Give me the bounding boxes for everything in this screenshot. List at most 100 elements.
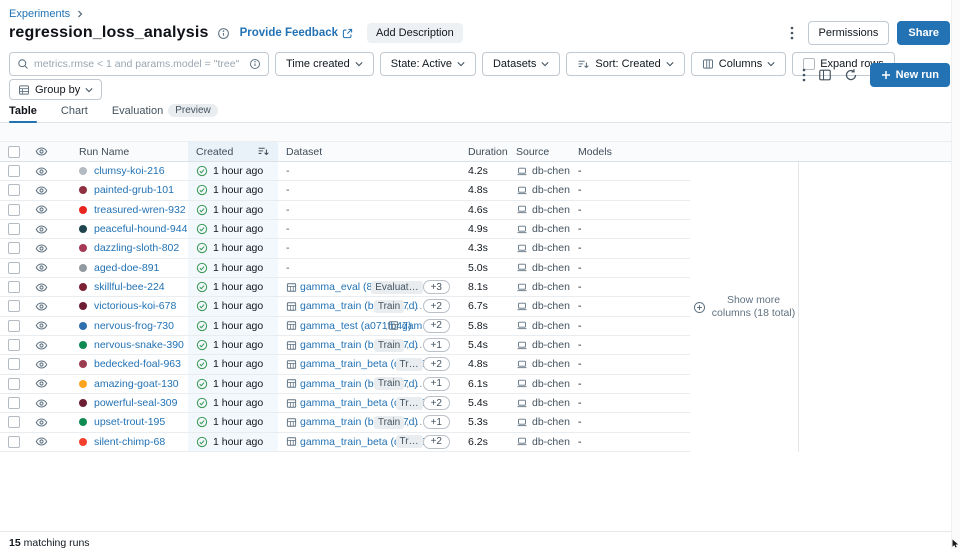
run-name-link[interactable]: treasured-wren-932 <box>94 204 186 216</box>
breadcrumb-experiments-link[interactable]: Experiments <box>9 8 70 20</box>
row-visibility-eye-icon[interactable] <box>35 261 48 274</box>
tab-evaluation[interactable]: EvaluationPreview <box>112 103 218 122</box>
breadcrumb: Experiments <box>9 8 84 20</box>
column-header-run-name[interactable]: Run Name <box>54 142 188 161</box>
row-checkbox[interactable] <box>8 165 20 177</box>
dataset-count-pill[interactable]: +3 <box>423 280 450 294</box>
columns-label: Columns <box>719 58 762 70</box>
run-name-link[interactable]: bedecked-foal-963 <box>94 358 181 370</box>
row-checkbox[interactable] <box>8 436 20 448</box>
refresh-icon[interactable] <box>844 68 858 82</box>
search-input[interactable] <box>34 58 244 70</box>
dataset-count-pill[interactable]: +1 <box>423 338 450 352</box>
header: regression_loss_analysis Provide Feedbac… <box>9 20 950 46</box>
row-checkbox[interactable] <box>8 262 20 274</box>
row-checkbox[interactable] <box>8 242 20 254</box>
duration-cell: 5.4s <box>460 394 508 412</box>
sort-button[interactable]: Sort: Created <box>566 52 684 76</box>
table-row: clumsy-koi-2161 hour ago-4.2sdb-chen…- <box>0 162 690 181</box>
run-name-link[interactable]: amazing-goat-130 <box>94 378 179 390</box>
row-checkbox[interactable] <box>8 358 20 370</box>
row-visibility-eye-icon[interactable] <box>35 281 48 294</box>
tab-table[interactable]: Table <box>9 103 37 122</box>
row-checkbox[interactable] <box>8 223 20 235</box>
search-box[interactable] <box>9 52 269 76</box>
row-visibility-eye-icon[interactable] <box>35 319 48 332</box>
row-visibility-eye-icon[interactable] <box>35 416 48 429</box>
run-name-link[interactable]: skillful-bee-224 <box>94 281 165 293</box>
table-row: treasured-wren-9321 hour ago-4.6sdb-chen… <box>0 201 690 220</box>
dataset-count-pill[interactable]: +2 <box>423 299 450 313</box>
run-name-link[interactable]: painted-grub-101 <box>94 184 174 196</box>
row-visibility-eye-icon[interactable] <box>35 300 48 313</box>
columns-button[interactable]: Columns <box>691 52 786 76</box>
run-name-link[interactable]: clumsy-koi-216 <box>94 165 165 177</box>
run-name-link[interactable]: upset-trout-195 <box>94 416 165 428</box>
row-checkbox[interactable] <box>8 184 20 196</box>
side-panel-icon[interactable] <box>818 68 832 82</box>
row-checkbox[interactable] <box>8 204 20 216</box>
run-name-link[interactable]: nervous-frog-730 <box>94 320 174 332</box>
run-name-link[interactable]: powerful-seal-309 <box>94 397 177 409</box>
dataset-count-pill[interactable]: +2 <box>423 435 450 449</box>
row-checkbox[interactable] <box>8 378 20 390</box>
row-visibility-eye-icon[interactable] <box>35 377 48 390</box>
sort-descending-icon[interactable] <box>257 145 270 158</box>
row-checkbox[interactable] <box>8 416 20 428</box>
duration-cell: 5.3s <box>460 413 508 431</box>
add-description-button[interactable]: Add Description <box>367 23 463 43</box>
dataset-more-text: , … <box>406 416 422 428</box>
created-time: 1 hour ago <box>213 378 263 390</box>
row-checkbox[interactable] <box>8 300 20 312</box>
tab-chart[interactable]: Chart <box>61 103 88 122</box>
row-visibility-eye-icon[interactable] <box>35 242 48 255</box>
state-filter-button[interactable]: State: Active <box>380 52 476 76</box>
source-notebook-icon <box>516 359 528 370</box>
dataset-count-pill[interactable]: +2 <box>423 319 450 333</box>
show-more-columns-button[interactable]: Show more columns (18 total) <box>693 294 796 320</box>
run-name-link[interactable]: aged-doe-891 <box>94 262 159 274</box>
run-name-link[interactable]: silent-chimp-68 <box>94 436 165 448</box>
info-icon[interactable] <box>217 27 230 40</box>
new-run-button[interactable]: New run <box>870 63 950 87</box>
column-header-models[interactable]: Models <box>570 142 690 161</box>
row-visibility-eye-icon[interactable] <box>35 397 48 410</box>
column-header-dataset[interactable]: Dataset <box>278 142 460 161</box>
search-info-icon[interactable] <box>249 58 261 70</box>
dataset-count-pill[interactable]: +2 <box>423 357 450 371</box>
run-name-link[interactable]: victorious-koi-678 <box>94 300 176 312</box>
row-checkbox[interactable] <box>8 281 20 293</box>
row-checkbox[interactable] <box>8 320 20 332</box>
select-all-checkbox[interactable] <box>8 146 20 158</box>
time-created-filter-button[interactable]: Time created <box>275 52 374 76</box>
row-visibility-eye-icon[interactable] <box>35 339 48 352</box>
dataset-count-pill[interactable]: +1 <box>423 377 450 391</box>
run-name-link[interactable]: peaceful-hound-944 <box>94 223 187 235</box>
dataset-count-pill[interactable]: +1 <box>423 415 450 429</box>
datasets-filter-button[interactable]: Datasets <box>482 52 560 76</box>
column-header-source[interactable]: Source <box>508 142 570 161</box>
row-checkbox[interactable] <box>8 339 20 351</box>
source-name: db-chen… <box>532 416 570 428</box>
provide-feedback-link[interactable]: Provide Feedback <box>240 27 353 39</box>
vertical-scrollbar[interactable] <box>951 0 960 549</box>
visibility-column-icon[interactable] <box>35 145 48 158</box>
header-kebab-menu-icon[interactable] <box>784 24 800 42</box>
share-button[interactable]: Share <box>897 21 950 45</box>
column-header-duration[interactable]: Duration <box>460 142 508 161</box>
group-by-button[interactable]: Group by <box>9 79 102 100</box>
run-status-dot <box>79 225 87 233</box>
runs-kebab-menu-icon[interactable] <box>802 68 806 82</box>
dataset-count-pill[interactable]: +2 <box>423 396 450 410</box>
permissions-button[interactable]: Permissions <box>808 21 890 45</box>
row-visibility-eye-icon[interactable] <box>35 435 48 448</box>
row-checkbox[interactable] <box>8 397 20 409</box>
row-visibility-eye-icon[interactable] <box>35 203 48 216</box>
run-name-link[interactable]: dazzling-sloth-802 <box>94 242 179 254</box>
row-visibility-eye-icon[interactable] <box>35 165 48 178</box>
row-visibility-eye-icon[interactable] <box>35 184 48 197</box>
run-name-link[interactable]: nervous-snake-390 <box>94 339 184 351</box>
row-visibility-eye-icon[interactable] <box>35 358 48 371</box>
column-header-created[interactable]: Created <box>188 142 278 161</box>
row-visibility-eye-icon[interactable] <box>35 223 48 236</box>
